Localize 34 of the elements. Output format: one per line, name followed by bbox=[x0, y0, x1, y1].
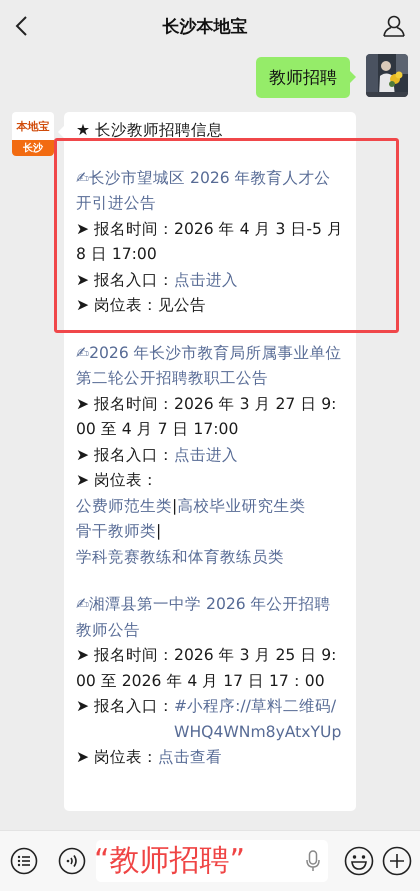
link[interactable]: 点击进入 bbox=[174, 442, 238, 468]
separator: | bbox=[156, 522, 162, 540]
menu-icon[interactable] bbox=[10, 847, 38, 875]
add-icon[interactable] bbox=[382, 846, 412, 876]
notice-title[interactable]: ✍湘潭县第一中学 2026 年公开招聘教师公告 bbox=[76, 592, 344, 643]
field-label: ➤ 报名入口： bbox=[76, 270, 174, 290]
emoji-icon[interactable] bbox=[344, 846, 374, 876]
person-icon[interactable] bbox=[382, 15, 406, 37]
link[interactable]: 骨干教师类 bbox=[76, 519, 156, 544]
info-line: ➤ 岗位表：见公告 bbox=[76, 295, 208, 316]
link[interactable]: 点击查看 bbox=[158, 745, 222, 770]
brand-logo: 本地宝 长沙 bbox=[12, 112, 54, 156]
field-label: ➤ 岗位表： bbox=[76, 747, 158, 768]
field-label: ➤ 岗位表： bbox=[76, 470, 160, 491]
field-label: ➤ 报名入口： bbox=[76, 444, 174, 466]
link[interactable]: #小程序://草料二维码/WHQ4WNm8yAtxYUp bbox=[174, 694, 344, 745]
info-line: ➤ 报名时间：2026 年 3 月 25 日 9:00 至 2026 年 4 月 17 日 17：00 bbox=[76, 645, 338, 692]
chat-title: 长沙本地宝 bbox=[162, 16, 248, 38]
link[interactable]: 高校毕业研究生类 bbox=[177, 494, 306, 519]
info-line: ➤ 报名时间：2026 年 4 月 3 日-5 月 8 日 17:00 bbox=[76, 218, 344, 265]
card-heading: ★ 长沙教师招聘信息 bbox=[76, 120, 224, 141]
field-label: ➤ 报名入口： bbox=[76, 696, 174, 717]
separator: | bbox=[172, 496, 178, 514]
notice-title[interactable]: ✍2026 年长沙市教育局所属事业单位第二轮公开招聘教职工公告 bbox=[76, 340, 344, 392]
link[interactable]: 公费师范生类 bbox=[76, 494, 172, 519]
notice-title[interactable]: ✍长沙市望城区 2026 年教育人才公开引进公告 bbox=[76, 166, 344, 216]
link[interactable]: 学科竞赛教练和体育教练员类 bbox=[76, 544, 284, 570]
back-icon[interactable] bbox=[14, 15, 28, 37]
voice-icon[interactable] bbox=[58, 847, 86, 875]
message-input[interactable]: “教师招聘” bbox=[96, 840, 328, 882]
link[interactable]: 点击进入 bbox=[174, 268, 238, 293]
sent-message: 教师招聘 bbox=[256, 57, 356, 98]
microphone-icon[interactable] bbox=[306, 850, 320, 872]
info-line: ➤ 报名时间：2026 年 3 月 27 日 9:00 至 4 月 7 日 17:00 bbox=[76, 394, 338, 440]
